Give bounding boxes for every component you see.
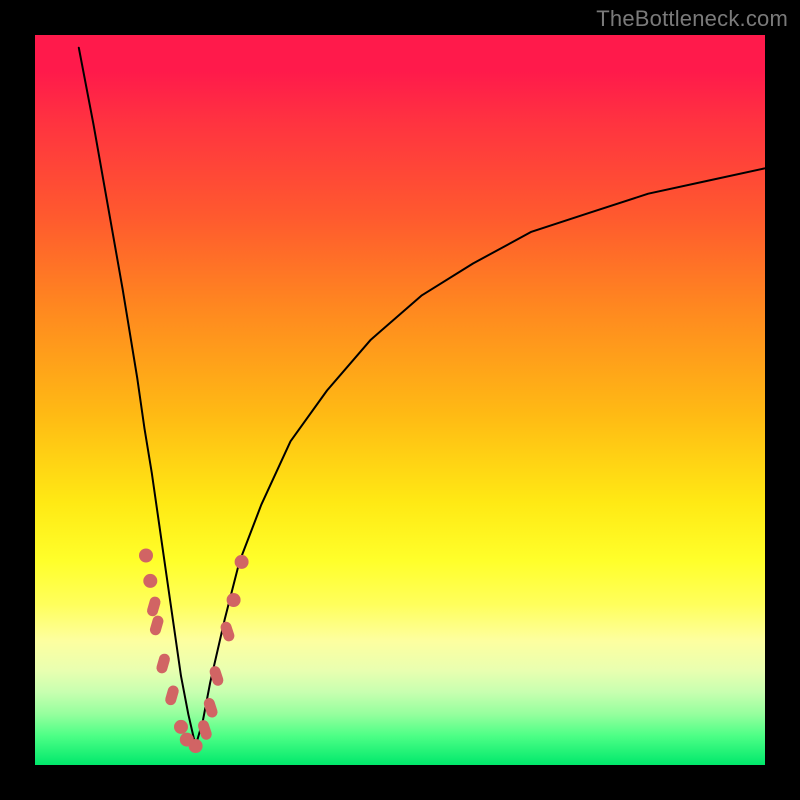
curve-right-branch	[196, 168, 765, 746]
data-marker	[164, 684, 180, 706]
data-marker	[174, 720, 188, 734]
data-marker	[139, 549, 153, 563]
data-marker	[155, 652, 171, 674]
data-marker	[143, 574, 157, 588]
plot-area	[35, 35, 765, 765]
data-markers	[139, 549, 249, 754]
data-marker	[235, 555, 249, 569]
data-marker	[146, 595, 162, 617]
curve-left-branch	[79, 48, 196, 746]
data-marker	[149, 614, 165, 636]
chart-frame: TheBottleneck.com	[0, 0, 800, 800]
data-marker	[197, 719, 214, 741]
data-marker	[189, 739, 203, 753]
chart-svg	[35, 35, 765, 765]
watermark-text: TheBottleneck.com	[596, 6, 788, 32]
data-marker	[227, 593, 241, 607]
